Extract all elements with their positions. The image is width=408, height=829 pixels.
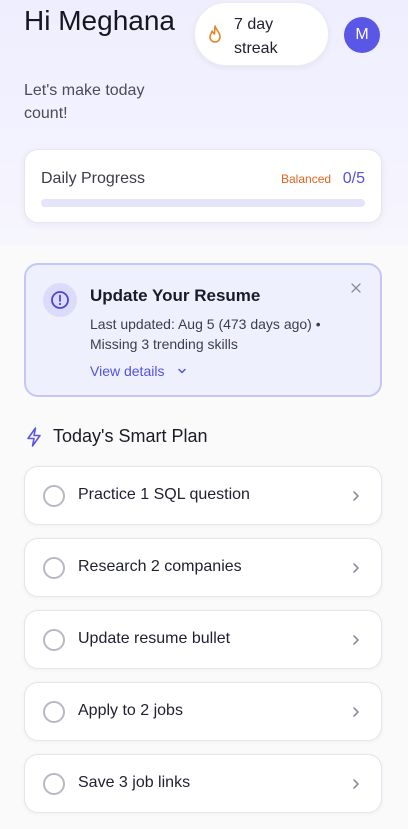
resume-alert-card: Update Your Resume Last updated: Aug 5 (… [24, 263, 382, 397]
chevron-right-icon [353, 491, 359, 501]
task-label: Save 3 job links [78, 774, 191, 791]
greeting-subtext: Let's make today count! [24, 82, 145, 122]
task-checkbox[interactable] [43, 485, 65, 507]
streak-badge[interactable]: 7 day streak [194, 2, 329, 66]
task-label: Practice 1 SQL question [78, 486, 250, 503]
task-item[interactable]: Practice 1 SQL question [24, 466, 382, 525]
close-icon[interactable] [349, 281, 363, 295]
task-checkbox[interactable] [43, 629, 65, 651]
alert-icon-badge [43, 283, 77, 317]
task-item[interactable]: Update resume bullet [24, 610, 382, 669]
flame-icon [209, 25, 221, 43]
progress-bar [41, 199, 365, 207]
alert-circle-icon [51, 291, 69, 309]
greeting-title: Hi Meghana [24, 5, 175, 36]
task-checkbox[interactable] [43, 557, 65, 579]
streak-label: 7 day streak [234, 16, 278, 57]
daily-progress-card: Daily Progress Balanced 0/5 [24, 149, 382, 223]
task-checkbox[interactable] [43, 701, 65, 723]
chevron-right-icon [353, 707, 359, 717]
task-item[interactable]: Apply to 2 jobs [24, 682, 382, 741]
task-checkbox[interactable] [43, 773, 65, 795]
avatar[interactable]: M [344, 17, 380, 53]
task-label: Apply to 2 jobs [78, 702, 183, 719]
chevron-right-icon [353, 563, 359, 573]
view-details-link[interactable]: View details [90, 363, 164, 379]
progress-count: 0/5 [342, 170, 365, 187]
chevron-down-icon[interactable] [176, 365, 188, 377]
chevron-right-icon [353, 779, 359, 789]
alert-last-updated: Last updated: Aug 5 (473 days ago) • [90, 316, 321, 332]
alert-title: Update Your Resume [90, 286, 261, 305]
task-item[interactable]: Research 2 companies [24, 538, 382, 597]
task-label: Update resume bullet [78, 630, 231, 647]
balance-tag: Balanced [281, 172, 332, 186]
lightning-icon [27, 427, 41, 447]
task-label: Research 2 companies [78, 558, 242, 575]
task-item[interactable]: Save 3 job links [24, 754, 382, 813]
chevron-right-icon [353, 635, 359, 645]
progress-title: Daily Progress [41, 170, 146, 187]
smart-plan-heading: Today's Smart Plan [53, 426, 208, 446]
alert-missing-skills: Missing 3 trending skills [90, 336, 238, 352]
